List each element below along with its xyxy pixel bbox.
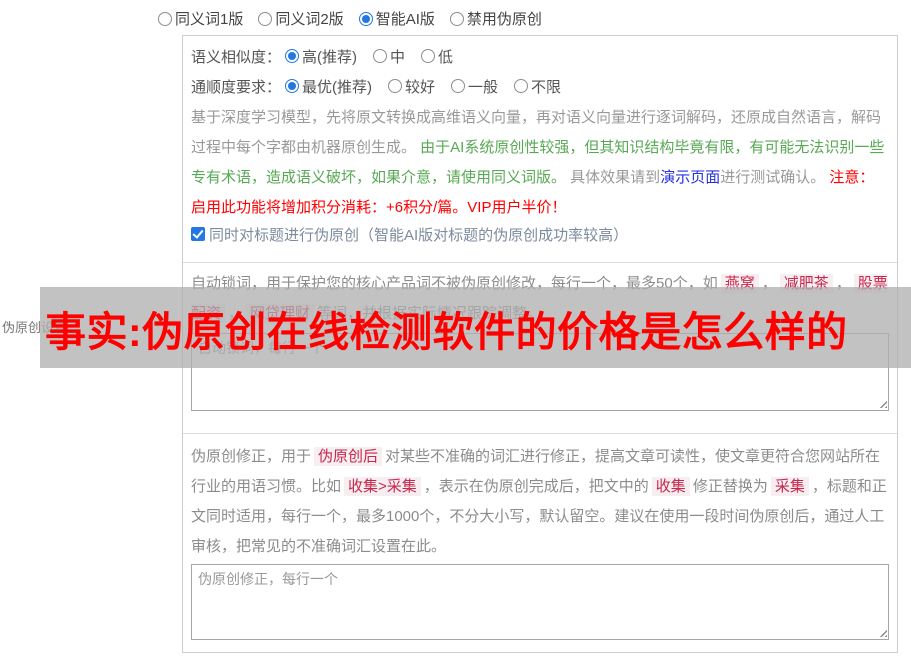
radio-synonym-v1[interactable]: 同义词1版: [158, 8, 243, 29]
radio-icon[interactable]: [373, 49, 388, 63]
semantic-similarity-label: 语义相似度：: [191, 48, 282, 66]
watermark-banner: 事实:伪原创在线检测软件的价格是怎么样的: [40, 287, 911, 368]
fix-desc-text: 修正替换为: [692, 478, 768, 495]
radio-fluency-normal[interactable]: 一般: [451, 76, 498, 97]
radio-label: 同义词2版: [275, 11, 344, 28]
radio-selected-icon[interactable]: [285, 49, 300, 63]
radio-icon[interactable]: [514, 79, 529, 93]
rewrite-title-checkbox-label: 同时对标题进行伪原创（智能AI版对标题的伪原创成功率较高）: [209, 226, 629, 244]
radio-smart-ai[interactable]: 智能AI版: [358, 8, 435, 29]
radio-icon[interactable]: [388, 79, 403, 93]
description-demo-prefix: 具体效果请到: [570, 169, 661, 186]
radio-similarity-high[interactable]: 高(推荐): [285, 46, 357, 67]
description-demo-suffix: 进行测试确认。: [720, 169, 830, 186]
ai-options-section: 语义相似度： 高(推荐) 中 低 通顺度要求： 最优(推荐) 较好 一般 不限 …: [183, 36, 897, 262]
radio-label: 低: [438, 48, 454, 66]
checkbox-checked-icon[interactable]: [191, 227, 205, 241]
version-radio-group: 同义词1版 同义词2版 智能AI版 禁用伪原创: [158, 8, 542, 29]
radio-label: 不限: [531, 78, 562, 96]
radio-label: 较好: [405, 78, 436, 96]
radio-icon[interactable]: [258, 11, 273, 26]
radio-icon[interactable]: [421, 49, 436, 63]
fix-desc-text: 伪原创修正，用于: [191, 448, 312, 465]
tag-collect: 收集: [651, 477, 690, 496]
rewrite-correction-textarea[interactable]: [191, 564, 889, 640]
radio-label: 同义词1版: [175, 11, 244, 28]
fluency-row: 通顺度要求： 最优(推荐) 较好 一般 不限: [191, 76, 889, 97]
radio-fluency-best[interactable]: 最优(推荐): [285, 76, 372, 97]
radio-similarity-medium[interactable]: 中: [373, 46, 405, 67]
radio-synonym-v2[interactable]: 同义词2版: [258, 8, 344, 29]
radio-disable-rewrite[interactable]: 禁用伪原创: [449, 8, 542, 29]
radio-label: 中: [390, 48, 406, 66]
radio-label: 一般: [468, 78, 499, 96]
radio-fluency-unlimited[interactable]: 不限: [514, 76, 561, 97]
radio-similarity-low[interactable]: 低: [421, 46, 453, 67]
tag-after-rewrite: 伪原创后: [314, 447, 383, 466]
radio-icon[interactable]: [449, 11, 464, 26]
demo-page-link[interactable]: 演示页面: [660, 169, 720, 186]
rewrite-correction-section: 伪原创修正，用于 伪原创后 对某些不准确的词汇进行修正，提高文章可读性，使文章更符合…: [183, 434, 897, 652]
radio-label: 智能AI版: [375, 11, 435, 28]
radio-icon[interactable]: [158, 11, 172, 26]
radio-label: 禁用伪原创: [466, 11, 542, 28]
tag-collect-to-gather: 收集>采集: [344, 477, 421, 496]
tag-gather: 采集: [770, 477, 809, 496]
watermark-banner-text: 事实:伪原创在线检测软件的价格是怎么样的: [45, 308, 848, 355]
fluency-label: 通顺度要求：: [191, 78, 282, 96]
radio-selected-icon[interactable]: [358, 11, 373, 26]
radio-fluency-good[interactable]: 较好: [388, 76, 435, 97]
semantic-similarity-row: 语义相似度： 高(推荐) 中 低: [191, 46, 889, 67]
rewrite-correction-textarea-wrap: [191, 564, 889, 640]
ai-description-paragraph: 基于深度学习模型，先将原文转换成高维语义向量，再对语义向量进行逐词解码，还原成自…: [191, 103, 889, 223]
radio-label: 高(推荐): [302, 48, 358, 66]
rewrite-title-checkbox-row[interactable]: 同时对标题进行伪原创（智能AI版对标题的伪原创成功率较高）: [191, 225, 889, 244]
radio-icon[interactable]: [451, 79, 466, 93]
fix-desc-text: ，表示在伪原创完成后，把文中的: [423, 478, 649, 495]
radio-selected-icon[interactable]: [285, 79, 300, 93]
radio-label: 最优(推荐): [302, 78, 373, 96]
rewrite-correction-description: 伪原创修正，用于 伪原创后 对某些不准确的词汇进行修正，提高文章可读性，使文章更符合…: [191, 442, 889, 562]
